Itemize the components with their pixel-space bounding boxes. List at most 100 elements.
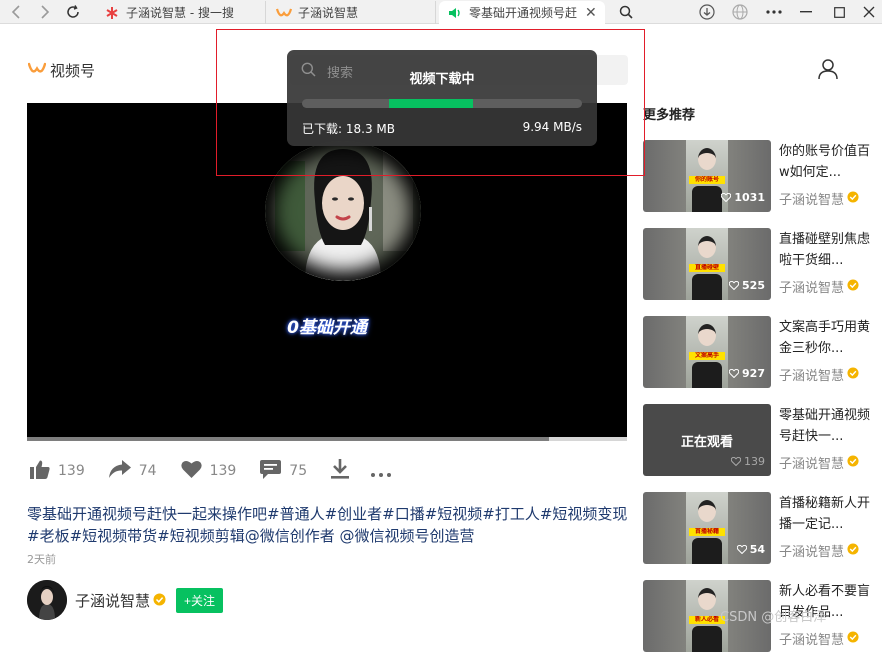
recommendation-author: 子涵说智慧 — [779, 453, 859, 472]
channels-logo-icon — [27, 61, 47, 80]
like-count: 525 — [742, 279, 765, 292]
thumbnail-headline: 文案高手 — [689, 352, 725, 360]
recommendation-item[interactable]: 文案高手 927 文案高手巧用黄金三秒你... 子涵说智慧 — [643, 316, 882, 388]
tab-title: 子涵说智慧 — [298, 6, 359, 20]
heart-icon — [180, 460, 202, 482]
sogou-search-icon — [104, 5, 120, 21]
like-count-badge: 927 — [729, 367, 765, 380]
author-name: 子涵说智慧 — [779, 193, 845, 208]
close-icon[interactable] — [855, 0, 882, 24]
search-icon[interactable] — [612, 0, 640, 24]
watermark: CSDN @创客白泽 — [720, 610, 827, 625]
reload-icon[interactable] — [63, 2, 83, 22]
video-thumbnail[interactable]: 文案高手 927 — [643, 316, 771, 388]
post-time: 2天前 — [27, 553, 56, 566]
thumbnail-frame: 文案高手 — [686, 316, 728, 388]
heart-outline-icon — [721, 193, 732, 202]
like-count-badge: 525 — [729, 279, 765, 292]
recommendation-item[interactable]: 首播秘籍 54 首播秘籍新人开播一定记... 子涵说智慧 — [643, 492, 882, 564]
like-count-badge: 139 — [731, 455, 765, 468]
recommendation-title[interactable]: 零基础开通视频号赶快一... — [779, 405, 879, 447]
download-icon — [331, 459, 350, 483]
download-progress-panel: 搜索 视频下载中 已下载: 18.3 MB 9.94 MB/s — [287, 50, 597, 146]
heart-outline-icon — [729, 281, 740, 290]
author-row: 子涵说智慧 +关注 — [27, 580, 224, 620]
author-name: 子涵说智慧 — [779, 545, 845, 560]
share-button[interactable]: 74 — [108, 460, 157, 482]
thumbnail-headline: 首播秘籍 — [689, 528, 725, 536]
author-name: 子涵说智慧 — [779, 457, 845, 472]
like-count: 927 — [742, 367, 765, 380]
comment-button[interactable]: 75 — [260, 459, 308, 483]
video-thumbnail[interactable]: 你的账号 1031 — [643, 140, 771, 212]
minimize-icon[interactable] — [792, 0, 820, 24]
download-icon[interactable] — [693, 0, 721, 24]
like-count: 1031 — [734, 191, 765, 204]
like-count: 139 — [744, 455, 765, 468]
verified-badge-icon — [847, 630, 859, 647]
heart-outline-icon — [731, 457, 741, 466]
author-name: 子涵说智慧 — [779, 369, 845, 384]
recommendation-author: 子涵说智慧 — [779, 189, 859, 208]
author-name[interactable]: 子涵说智慧 — [75, 590, 150, 611]
avatar[interactable] — [27, 580, 67, 620]
action-bar: 139 74 139 75 — [30, 458, 415, 484]
thumbs-up-icon — [30, 460, 50, 483]
logo-text: 视频号 — [50, 62, 96, 80]
heart-outline-icon — [736, 545, 747, 554]
comment-icon — [260, 459, 282, 483]
forward-icon[interactable] — [35, 2, 55, 22]
download-speed: 9.94 MB/s — [522, 120, 582, 134]
video-thumbnail[interactable]: 直播碰壁 525 — [643, 228, 771, 300]
playback-progress-buffered — [27, 437, 549, 441]
download-title: 视频下载中 — [409, 72, 475, 87]
recommendation-item[interactable]: 正在观看 139 零基础开通视频号赶快一... 子涵说智慧 — [643, 404, 882, 476]
video-thumbnail[interactable]: 首播秘籍 54 — [643, 492, 771, 564]
tab-video[interactable]: 零基础开通视频号赶 ✕ — [439, 1, 605, 24]
maximize-icon[interactable] — [825, 0, 853, 24]
browser-tab-bar: 子涵说智慧 - 搜一搜 子涵说智慧 零基础开通视频号赶 ✕ — [0, 0, 882, 24]
channels-logo[interactable]: 视频号 — [27, 60, 96, 81]
recommendation-title[interactable]: 你的账号价值百w如何定... — [779, 141, 879, 183]
thumbnail-headline: 你的账号 — [689, 176, 725, 184]
like-count: 54 — [749, 543, 765, 556]
user-icon[interactable] — [817, 58, 839, 84]
more-actions-button[interactable] — [371, 462, 392, 481]
recommendation-title[interactable]: 首播秘籍新人开播一定记... — [779, 493, 879, 535]
tab-channel[interactable]: 子涵说智慧 — [268, 1, 436, 24]
video-thumbnail[interactable]: 正在观看 139 — [643, 404, 771, 476]
more-icon — [371, 462, 392, 481]
verified-badge-icon — [847, 366, 859, 383]
more-icon[interactable] — [760, 0, 788, 24]
favorite-button[interactable]: 139 — [180, 460, 236, 482]
back-icon[interactable] — [6, 2, 26, 22]
video-player[interactable]: 0基础开通 — [27, 103, 627, 437]
recommendation-item[interactable]: 直播碰壁 525 直播碰壁别焦虑啦干货细... 子涵说智慧 — [643, 228, 882, 300]
downloaded-size: 已下载: 18.3 MB — [302, 122, 395, 136]
like-button[interactable]: 139 — [30, 460, 85, 483]
recommendation-title[interactable]: 文案高手巧用黄金三秒你... — [779, 317, 879, 359]
author-name: 子涵说智慧 — [779, 281, 845, 296]
verified-badge-icon — [847, 454, 859, 471]
recommendation-title[interactable]: 直播碰壁别焦虑啦干货细... — [779, 229, 879, 271]
playback-progress-track[interactable] — [27, 437, 627, 441]
heart-outline-icon — [729, 369, 740, 378]
download-progress-fill — [388, 99, 473, 108]
recommendation-author: 子涵说智慧 — [779, 365, 859, 384]
channels-logo-icon — [276, 5, 292, 21]
verified-badge-icon — [847, 278, 859, 295]
download-button[interactable] — [331, 459, 350, 483]
recommendations-title: 更多推荐 — [643, 108, 696, 123]
portrait-vignette — [265, 141, 421, 281]
thumbnail-frame: 直播碰壁 — [686, 228, 728, 300]
comment-count: 75 — [289, 463, 308, 479]
tab-search[interactable]: 子涵说智慧 - 搜一搜 — [96, 1, 266, 24]
video-caption: 0基础开通 — [287, 318, 367, 338]
verified-badge-icon — [847, 542, 859, 559]
close-tab-icon[interactable]: ✕ — [585, 5, 597, 21]
presenter-portrait — [265, 141, 421, 281]
recommendation-item[interactable]: 你的账号 1031 你的账号价值百w如何定... 子涵说智慧 — [643, 140, 882, 212]
now-watching-label: 正在观看 — [680, 435, 733, 450]
globe-icon[interactable] — [726, 0, 754, 24]
follow-button[interactable]: +关注 — [176, 587, 224, 613]
